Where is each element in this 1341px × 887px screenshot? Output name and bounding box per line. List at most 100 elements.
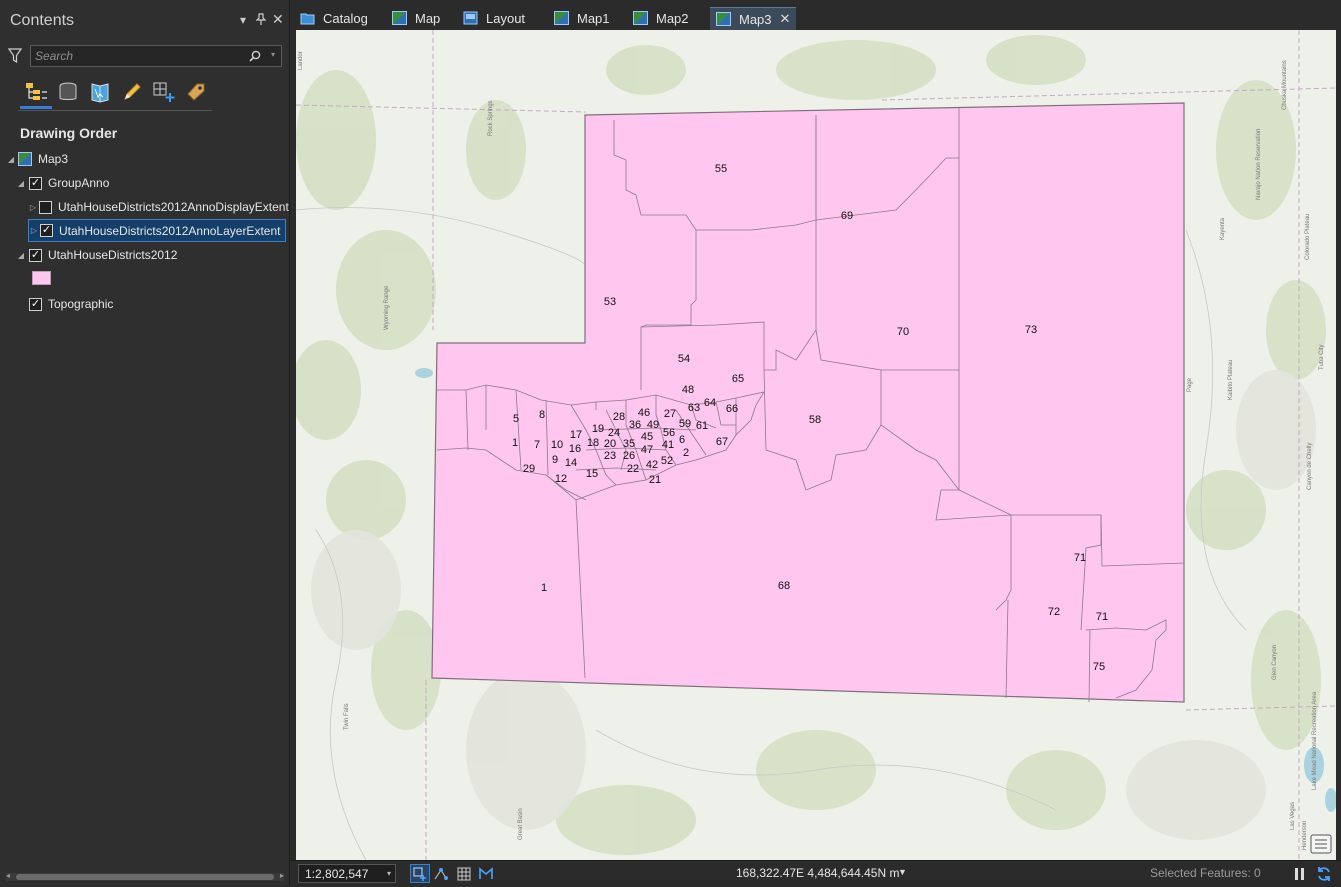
tab-label: Layout <box>486 10 526 26</box>
tree-item-utah-house-districts[interactable]: ◢ ✓ UtahHouseDistricts2012 <box>16 245 177 265</box>
expand-triangle-icon[interactable]: ▷ <box>29 226 39 235</box>
svg-text:Great Basin: Great Basin <box>518 808 524 840</box>
correction-icon[interactable] <box>476 864 496 883</box>
pause-drawing-icon[interactable] <box>1290 864 1310 883</box>
list-by-labeling-icon[interactable] <box>182 78 210 106</box>
scale-value: 1:2,802,547 <box>305 867 369 881</box>
tab-map2[interactable]: Map2 <box>633 7 689 29</box>
tab-layout[interactable]: Layout <box>463 7 525 29</box>
tree-item-map3[interactable]: ◢ Map3 <box>6 149 68 169</box>
snapping-icon[interactable] <box>432 864 452 883</box>
tree-item-anno-display-extent[interactable]: ▷ UtahHouseDistricts2012AnnoDisplayExten… <box>28 197 289 217</box>
pane-options-icon[interactable]: ▾ <box>240 13 246 27</box>
tree-item-topographic[interactable]: ✓ Topographic <box>16 294 113 314</box>
collapse-triangle-icon[interactable]: ◢ <box>16 179 26 188</box>
district-label: 23 <box>604 450 616 462</box>
search-icon[interactable] <box>249 49 261 67</box>
chevron-down-icon[interactable]: ▾ <box>387 869 391 878</box>
search-box[interactable]: ▾ <box>30 45 282 67</box>
list-by-source-icon[interactable] <box>54 78 82 106</box>
district-label: 42 <box>646 459 658 471</box>
drawing-order-heading: Drawing Order <box>20 125 118 141</box>
district-label: 63 <box>688 402 700 414</box>
district-label: 5 <box>513 413 519 425</box>
tab-map1[interactable]: Map1 <box>554 7 610 29</box>
district-label: 54 <box>678 353 690 365</box>
tab-map3[interactable]: Map3 ✕ <box>710 7 797 30</box>
district-label: 7 <box>534 439 540 451</box>
catalog-icon <box>300 11 315 25</box>
map-canvas[interactable]: Landor Rock Springs Wyoming Range Kayent… <box>296 30 1336 860</box>
scale-selector[interactable]: 1:2,802,547 ▾ <box>298 864 396 883</box>
close-tab-icon[interactable]: ✕ <box>780 11 791 27</box>
visibility-checkbox[interactable] <box>39 200 52 214</box>
svg-text:Henderson: Henderson <box>1302 821 1308 850</box>
chevron-down-icon[interactable]: ▼ <box>898 867 907 877</box>
contents-view-toolbar <box>18 76 212 111</box>
visibility-checkbox[interactable]: ✓ <box>40 224 53 237</box>
district-label: 29 <box>523 463 535 475</box>
filter-icon[interactable] <box>8 48 22 64</box>
fixed-zoom-icon[interactable] <box>410 864 430 883</box>
tab-label: Map3 <box>739 11 772 27</box>
legend-symbol-swatch[interactable] <box>32 271 51 285</box>
check-icon: ✓ <box>30 297 41 310</box>
expand-triangle-icon[interactable]: ▷ <box>28 203 38 212</box>
district-label: 20 <box>604 438 616 450</box>
tab-label: Map2 <box>656 10 689 26</box>
tree-item-groupanno[interactable]: ◢ ✓ GroupAnno <box>16 173 109 193</box>
svg-text:Landor: Landor <box>298 51 304 70</box>
collapse-triangle-icon[interactable]: ◢ <box>6 155 16 164</box>
list-by-editing-icon[interactable] <box>118 78 146 106</box>
district-label: 26 <box>623 450 635 462</box>
district-label: 58 <box>809 414 821 426</box>
pin-icon[interactable] <box>255 13 267 28</box>
district-label: 22 <box>627 463 639 475</box>
district-label: 59 <box>679 418 691 430</box>
district-label: 16 <box>569 443 581 455</box>
district-label: 18 <box>587 437 599 449</box>
scroll-left-icon[interactable]: ◂ <box>6 871 10 880</box>
district-label: 61 <box>696 420 708 432</box>
tree-item-label: Map3 <box>38 152 69 166</box>
map-view[interactable]: Landor Rock Springs Wyoming Range Kayent… <box>296 30 1336 860</box>
tree-item-label: UtahHouseDistricts2012AnnoDisplayExtent <box>58 200 289 214</box>
search-input[interactable] <box>35 48 245 64</box>
selected-features-count: Selected Features: 0 <box>1150 866 1261 880</box>
cursor-coordinates: 168,322.47E 4,484,644.45N m <box>736 866 900 880</box>
scrollbar-thumb[interactable] <box>16 874 274 880</box>
tab-map[interactable]: Map <box>392 7 440 29</box>
district-label: 70 <box>897 326 909 338</box>
svg-text:Colorado Plateau: Colorado Plateau <box>1305 214 1311 260</box>
district-label: 56 <box>663 427 675 439</box>
visibility-checkbox[interactable]: ✓ <box>29 176 42 190</box>
tab-label: Map1 <box>577 10 610 26</box>
district-label: 6 <box>679 434 685 446</box>
search-options-icon[interactable]: ▾ <box>271 50 275 59</box>
list-by-snapping-icon[interactable] <box>150 78 178 106</box>
grid-icon[interactable] <box>454 864 474 883</box>
list-by-drawing-order-icon[interactable] <box>22 78 50 106</box>
tab-catalog[interactable]: Catalog <box>300 7 368 29</box>
horizontal-scrollbar[interactable]: ◂ ▸ <box>6 871 284 881</box>
tree-item-anno-layer-extent[interactable]: ▷ ✓ UtahHouseDistricts2012AnnoLayerExten… <box>28 219 286 242</box>
scroll-right-icon[interactable]: ▸ <box>280 871 284 880</box>
contents-title: Contents <box>10 12 75 29</box>
svg-text:Canyon de Chelly: Canyon de Chelly <box>1307 443 1313 490</box>
check-icon: ✓ <box>41 224 52 236</box>
svg-text:Page: Page <box>1187 377 1193 392</box>
collapse-triangle-icon[interactable]: ◢ <box>16 251 26 260</box>
district-label: 1 <box>512 437 518 449</box>
district-label: 68 <box>778 580 790 592</box>
visibility-checkbox[interactable]: ✓ <box>29 297 42 311</box>
visibility-checkbox[interactable]: ✓ <box>29 248 42 262</box>
list-by-selection-icon[interactable] <box>86 78 114 106</box>
district-label: 41 <box>662 439 674 451</box>
map-legend-icon[interactable] <box>1310 834 1332 854</box>
refresh-icon[interactable] <box>1314 864 1334 883</box>
district-label: 49 <box>647 419 659 431</box>
close-pane-icon[interactable]: ✕ <box>272 11 284 28</box>
district-label: 8 <box>539 409 545 421</box>
tree-item-label: GroupAnno <box>48 176 110 190</box>
tree-item-label: Topographic <box>48 297 114 311</box>
